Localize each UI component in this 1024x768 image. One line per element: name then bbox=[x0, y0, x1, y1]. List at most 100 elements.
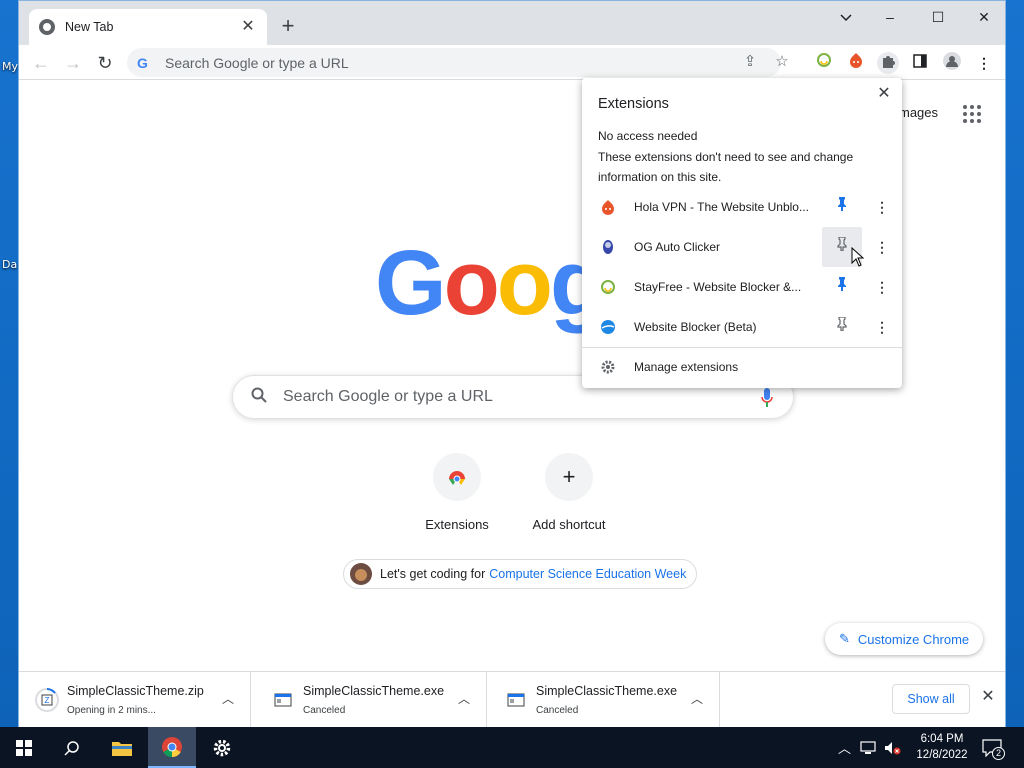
promo-banner[interactable]: Let's get coding for Computer Science Ed… bbox=[343, 559, 698, 589]
more-options-icon[interactable]: ⋮ bbox=[872, 307, 892, 347]
chevron-up-icon[interactable]: ︿ bbox=[691, 690, 703, 707]
more-options-icon[interactable]: ⋮ bbox=[872, 227, 892, 267]
hola-toolbar-icon[interactable] bbox=[845, 52, 867, 74]
tab-search-button[interactable] bbox=[831, 7, 861, 27]
close-download-shelf-icon[interactable]: ✕ bbox=[977, 686, 999, 708]
extension-item[interactable]: Website Blocker (Beta) ⋮ bbox=[582, 307, 902, 347]
download-filename: SimpleClassicTheme.exe bbox=[536, 684, 678, 698]
download-item[interactable]: Z SimpleClassicTheme.zip Opening in 2 mi… bbox=[19, 672, 251, 728]
images-link[interactable]: mages bbox=[899, 105, 938, 120]
pin-icon[interactable] bbox=[822, 187, 862, 227]
promo-link[interactable]: Computer Science Education Week bbox=[489, 567, 686, 581]
volume-muted-icon[interactable] bbox=[884, 727, 902, 768]
exe-file-icon bbox=[507, 693, 525, 707]
customize-chrome-button[interactable]: ✎ Customize Chrome bbox=[825, 623, 984, 655]
extensions-menu: Extensions ✕ No access needed These exte… bbox=[582, 78, 902, 388]
profile-button[interactable] bbox=[941, 52, 963, 74]
profile-avatar-icon bbox=[943, 52, 961, 70]
close-icon[interactable]: ✕ bbox=[874, 84, 894, 104]
extension-name: Website Blocker (Beta) bbox=[634, 320, 757, 334]
pin-icon[interactable] bbox=[822, 267, 862, 307]
website-blocker-icon bbox=[601, 320, 615, 334]
side-panel-icon bbox=[913, 54, 927, 68]
network-icon[interactable] bbox=[860, 727, 878, 768]
extension-name: Hola VPN - The Website Unblo... bbox=[634, 200, 809, 214]
extension-item[interactable]: StayFree - Website Blocker &... ⋮ bbox=[582, 267, 902, 307]
forward-button[interactable]: → bbox=[61, 51, 85, 75]
notification-count: 2 bbox=[992, 747, 1005, 760]
address-bar-placeholder: Search Google or type a URL bbox=[165, 54, 349, 71]
show-all-button[interactable]: Show all bbox=[892, 684, 970, 714]
download-item[interactable]: SimpleClassicTheme.exe Canceled ︿ bbox=[255, 672, 487, 728]
manage-extensions-item[interactable]: Manage extensions bbox=[582, 354, 902, 380]
extension-item[interactable]: Hola VPN - The Website Unblo... ⋮ bbox=[582, 187, 902, 227]
windows-logo-icon bbox=[16, 739, 32, 756]
chrome-icon bbox=[162, 736, 182, 757]
side-panel-button[interactable] bbox=[909, 52, 931, 74]
desktop-icon-label[interactable]: My bbox=[2, 60, 18, 73]
section-heading: No access needed bbox=[598, 129, 698, 143]
address-bar[interactable]: G Search Google or type a URL ⇪ ☆ bbox=[127, 48, 789, 77]
search-icon bbox=[251, 387, 267, 408]
download-shelf: Z SimpleClassicTheme.zip Opening in 2 mi… bbox=[19, 671, 1005, 728]
back-button[interactable]: ← bbox=[29, 51, 53, 75]
search-icon bbox=[64, 740, 79, 756]
stayfree-icon bbox=[601, 280, 615, 294]
reload-button[interactable]: ↻ bbox=[93, 51, 117, 75]
file-explorer-button[interactable] bbox=[98, 727, 146, 768]
search-button[interactable] bbox=[48, 727, 96, 768]
download-item[interactable]: SimpleClassicTheme.exe Canceled ︿ bbox=[488, 672, 720, 728]
close-window-button[interactable]: ✕ bbox=[969, 7, 999, 27]
google-apps-icon[interactable] bbox=[963, 105, 981, 123]
gear-icon bbox=[601, 360, 615, 374]
more-options-icon[interactable]: ⋮ bbox=[872, 187, 892, 227]
bookmark-star-icon[interactable]: ☆ bbox=[771, 51, 793, 73]
download-status: Opening in 2 mins... bbox=[67, 705, 156, 716]
browser-toolbar: ← → ↻ G Search Google or type a URL ⇪ ☆ … bbox=[19, 45, 1005, 80]
system-clock[interactable]: 6:04 PM 12/8/2022 bbox=[912, 731, 972, 763]
new-tab-button[interactable]: + bbox=[275, 14, 301, 40]
settings-taskbar-button[interactable] bbox=[198, 727, 246, 768]
chrome-menu-button[interactable]: ⋮ bbox=[973, 52, 995, 74]
shortcut-label: Add shortcut bbox=[532, 517, 606, 532]
chrome-web-store-icon bbox=[433, 453, 481, 501]
minimize-button[interactable]: – bbox=[875, 7, 905, 27]
desktop-icon-label[interactable]: Da bbox=[2, 258, 17, 271]
tray-overflow-chevron-icon[interactable]: ︿ bbox=[838, 727, 851, 768]
extensions-menu-title: Extensions bbox=[598, 96, 669, 112]
svg-text:Z: Z bbox=[45, 696, 50, 705]
puzzle-icon bbox=[883, 56, 895, 68]
mouse-cursor-icon bbox=[851, 247, 865, 267]
maximize-button[interactable]: ☐ bbox=[923, 7, 953, 27]
share-icon[interactable]: ⇪ bbox=[739, 51, 761, 73]
exe-file-icon bbox=[274, 693, 292, 707]
extension-name: OG Auto Clicker bbox=[634, 240, 721, 254]
more-options-icon[interactable]: ⋮ bbox=[872, 267, 892, 307]
pin-icon[interactable] bbox=[822, 307, 862, 347]
notifications-button[interactable]: 2 bbox=[982, 727, 1005, 768]
download-filename: SimpleClassicTheme.zip bbox=[67, 684, 204, 698]
start-button[interactable] bbox=[0, 727, 48, 768]
shortcut-extensions[interactable]: Extensions bbox=[407, 453, 507, 532]
voice-search-mic-icon[interactable] bbox=[761, 388, 773, 408]
ntp-search-placeholder: Search Google or type a URL bbox=[283, 388, 493, 405]
extension-name: StayFree - Website Blocker &... bbox=[634, 280, 802, 294]
tab-new-tab[interactable]: New Tab ✕ bbox=[29, 9, 267, 45]
extensions-puzzle-button[interactable] bbox=[877, 52, 899, 74]
chrome-taskbar-button[interactable] bbox=[148, 727, 196, 768]
browser-window: New Tab ✕ + – ☐ ✕ ← → ↻ G Search Google … bbox=[18, 0, 1006, 728]
plus-icon: + bbox=[545, 453, 593, 501]
promo-avatar-icon bbox=[350, 563, 372, 585]
logo-letter: G bbox=[375, 232, 447, 334]
zip-file-icon: Z bbox=[35, 688, 59, 712]
logo-letter: o bbox=[496, 232, 553, 334]
chevron-up-icon[interactable]: ︿ bbox=[222, 690, 234, 707]
promo-text: Let's get coding for bbox=[380, 567, 486, 581]
pencil-icon: ✎ bbox=[839, 631, 850, 646]
stayfree-toolbar-icon[interactable] bbox=[813, 52, 835, 74]
clock-date: 12/8/2022 bbox=[916, 749, 968, 761]
chevron-up-icon[interactable]: ︿ bbox=[458, 690, 470, 707]
chrome-favicon-icon bbox=[39, 19, 55, 35]
close-tab-icon[interactable]: ✕ bbox=[239, 18, 257, 36]
add-shortcut[interactable]: + Add shortcut bbox=[519, 453, 619, 532]
